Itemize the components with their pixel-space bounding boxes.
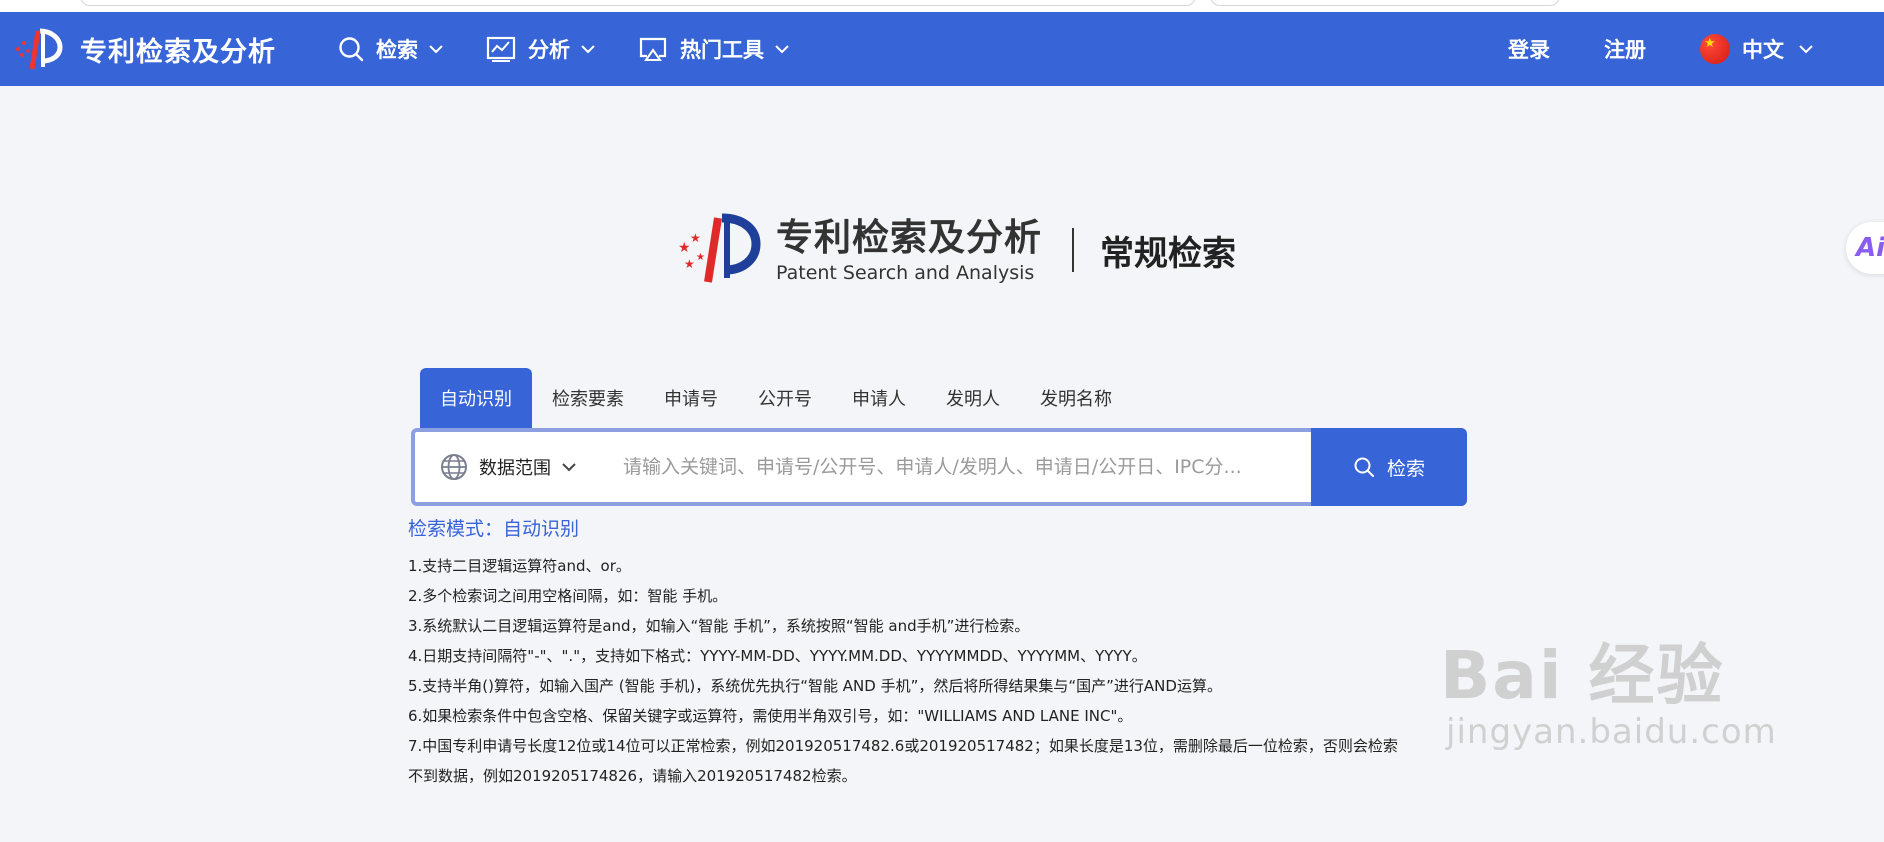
help-line: 5.支持半角()算符，如输入国产 (智能 手机)，系统优先执行“智能 AND 手… [408, 677, 1222, 695]
data-scope-label: 数据范围 [479, 458, 551, 479]
hero-divider [1072, 228, 1074, 272]
help-line: 3.系统默认二目逻辑运算符是and，如输入“智能 手机”，系统按照“智能 and… [408, 617, 1030, 635]
login-link[interactable]: 登录 [1508, 34, 1550, 64]
ai-icon: Ai [1856, 233, 1884, 263]
watermark-main: Bai 经验 [1440, 637, 1725, 714]
search-bar: 数据范围 检索 [411, 428, 1467, 506]
language-label: 中文 [1742, 38, 1784, 62]
baidu-watermark: Bai 经验 jingyan.baidu.com [1440, 637, 1777, 753]
ai-assistant-widget[interactable]: Ai [1846, 222, 1884, 274]
help-line: 6.如果检索条件中包含空格、保留关键字或运算符，需使用半角双引号，如："WILL… [408, 707, 1133, 725]
china-flag-icon [1700, 34, 1730, 64]
tab-search-elements[interactable]: 检索要素 [532, 368, 644, 428]
search-icon [339, 37, 364, 62]
chevron-down-icon [562, 463, 576, 472]
svg-text:★: ★ [696, 252, 705, 263]
help-line: 不到数据，例如2019205174826，请输入201920517482检索。 [408, 767, 857, 785]
browser-address-bar[interactable] [80, 0, 1196, 6]
search-type-tabs: 自动识别 检索要素 申请号 公开号 申请人 发明人 发明名称 [420, 368, 1132, 428]
tab-invention-title[interactable]: 发明名称 [1020, 368, 1132, 428]
search-icon [1354, 457, 1374, 477]
register-link[interactable]: 注册 [1604, 34, 1646, 64]
nav-right: 登录 注册 中文 [1508, 12, 1814, 86]
help-line: 2.多个检索词之间用空格间隔，如：智能 手机。 [408, 587, 728, 605]
brand-title: 专利检索及分析 [80, 36, 276, 68]
top-navigation-bar: 专利检索及分析 检索 分析 热门工具 登录 注册 ★ 中文 [0, 12, 1884, 86]
svg-text:★: ★ [684, 257, 695, 271]
browser-search-box[interactable] [1210, 0, 1560, 6]
chevron-down-icon [429, 45, 443, 54]
search-button-label: 检索 [1386, 458, 1425, 480]
patent-logo-icon: ★ ★ ★ ★ [678, 213, 761, 283]
search-mode-title: 常规检索 [1100, 233, 1236, 274]
chart-icon [486, 36, 516, 62]
globe-icon [441, 454, 467, 480]
brand[interactable]: 专利检索及分析 [10, 12, 276, 86]
main-menu: 检索 分析 热门工具 [338, 12, 832, 86]
watermark-sub: jingyan.baidu.com [1446, 712, 1777, 752]
menu-analysis[interactable]: 分析 [486, 34, 596, 64]
help-line: 1.支持二目逻辑运算符and、or。 [408, 557, 631, 575]
browser-top-strip [0, 0, 1884, 12]
hero-title-en: Patent Search and Analysis [776, 262, 1035, 284]
help-title: 检索模式：自动识别 [408, 518, 580, 540]
hero-title-cn: 专利检索及分析 [776, 216, 1042, 259]
search-input[interactable] [611, 432, 1311, 502]
chevron-down-icon [775, 45, 789, 54]
menu-search[interactable]: 检索 [338, 34, 444, 64]
tab-inventor[interactable]: 发明人 [926, 368, 1020, 428]
menu-hot-tools[interactable]: 热门工具 [638, 34, 790, 64]
brand-logo-icon [15, 28, 63, 70]
menu-search-label: 检索 [376, 38, 418, 62]
menu-hot-tools-label: 热门工具 [680, 38, 764, 62]
chevron-down-icon [581, 45, 595, 54]
svg-text:★: ★ [678, 240, 691, 256]
tab-applicant[interactable]: 申请人 [832, 368, 926, 428]
hero-logo: ★ ★ ★ ★ 专利检索及分析 Patent Search and Analys… [672, 212, 1236, 288]
tab-application-number[interactable]: 申请号 [644, 368, 738, 428]
menu-analysis-label: 分析 [528, 38, 570, 62]
help-line: 4.日期支持间隔符"-"、"."，支持如下格式：YYYY-MM-DD、YYYY.… [408, 647, 1147, 665]
search-help: 检索模式：自动识别 1.支持二目逻辑运算符and、or。 2.多个检索词之间用空… [408, 514, 1460, 791]
search-button[interactable]: 检索 [1311, 428, 1467, 506]
screen-cast-icon [639, 37, 667, 61]
data-scope-dropdown[interactable]: 数据范围 [415, 432, 611, 502]
help-line: 7.中国专利申请号长度12位或14位可以正常检索，例如201920517482.… [408, 737, 1398, 755]
tab-auto-detect[interactable]: 自动识别 [420, 368, 532, 428]
tab-publication-number[interactable]: 公开号 [738, 368, 832, 428]
language-selector[interactable]: 中文 [1700, 34, 1814, 64]
chevron-down-icon [1799, 45, 1813, 54]
svg-text:★: ★ [690, 231, 701, 245]
hero-text: 专利检索及分析 Patent Search and Analysis [776, 216, 1042, 284]
